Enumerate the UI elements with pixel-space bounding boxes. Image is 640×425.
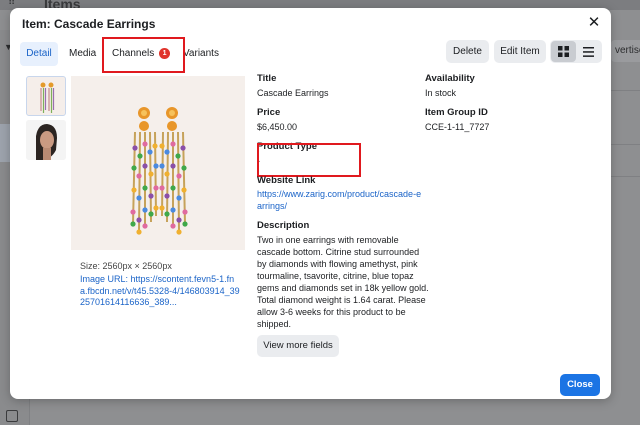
thumbnail-model[interactable] (26, 120, 66, 160)
thumbnail-earrings[interactable] (26, 76, 66, 116)
price-label: Price (257, 107, 281, 118)
view-more-fields-button[interactable]: View more fields (257, 335, 339, 357)
image-url-link[interactable]: Image URL: https://scontent.fevn5-1.fna.… (80, 274, 240, 309)
description-value: Two in one earrings with removable casca… (257, 235, 429, 329)
title-label: Title (257, 73, 277, 84)
description-label: Description (257, 220, 310, 231)
grid-view-icon[interactable] (551, 41, 576, 62)
product-image (71, 76, 245, 250)
item-detail-modal: Item: Cascade Earrings ✕ Detail Media Ch… (10, 8, 611, 399)
website-link[interactable]: https://www.zarig.com/product/cascade-ea… (257, 188, 422, 212)
collapse-sidebar-icon (6, 410, 18, 422)
price-value: $6,450.00 (257, 122, 298, 132)
apps-grid-icon: ⠿ (8, 0, 16, 8)
background-divider (611, 176, 640, 177)
background-divider (611, 144, 640, 145)
channels-highlight-box (102, 37, 185, 73)
tab-detail[interactable]: Detail (20, 42, 58, 66)
background-divider (611, 90, 640, 91)
edit-item-button[interactable]: Edit Item (494, 40, 546, 63)
availability-label: Availability (425, 73, 475, 84)
close-button[interactable]: Close (560, 374, 600, 396)
delete-button[interactable]: Delete (446, 40, 489, 63)
website-link-label: Website Link (257, 175, 316, 186)
tab-media[interactable]: Media (69, 42, 96, 66)
title-value: Cascade Earrings (257, 88, 329, 98)
availability-value: In stock (425, 88, 457, 98)
image-size: Size: 2560px × 2560px (80, 261, 172, 271)
tab-variants[interactable]: Variants (183, 42, 219, 66)
list-view-icon[interactable] (576, 41, 601, 62)
modal-title: Item: Cascade Earrings (22, 17, 156, 31)
item-group-id-label: Item Group ID (425, 107, 488, 118)
product-type-highlight-box (257, 143, 361, 177)
item-group-id-value: CCE-1-11_7727 (425, 122, 490, 132)
background-advertise-button: vertise S (611, 40, 640, 62)
close-icon[interactable]: ✕ (586, 15, 602, 31)
